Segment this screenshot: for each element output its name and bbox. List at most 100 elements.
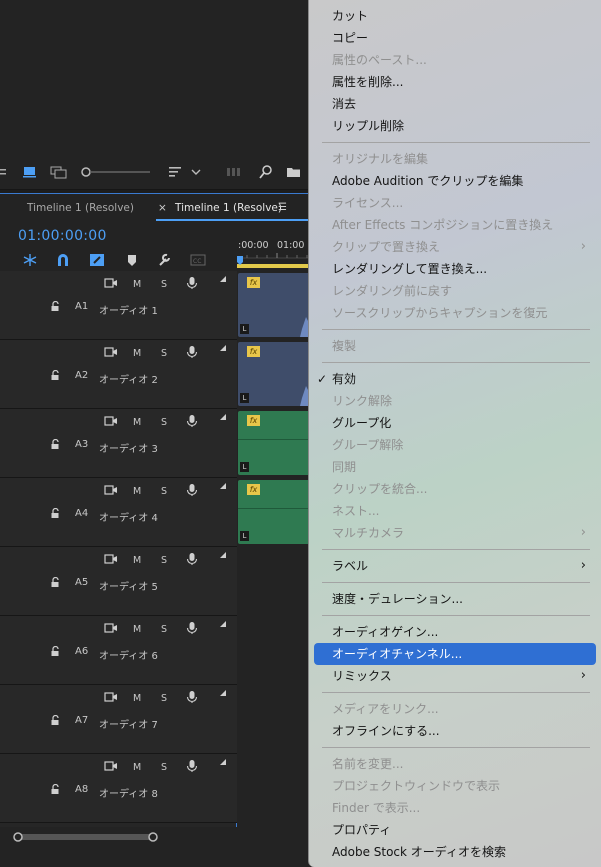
track-header-a1[interactable]: M S A1 オーディオ 1 (0, 271, 237, 340)
microphone-icon[interactable] (186, 621, 198, 638)
fx-badge[interactable]: fx (247, 415, 260, 426)
menu-item[interactable]: リミックス › (314, 665, 596, 687)
lock-icon[interactable] (50, 300, 60, 315)
solo-button[interactable]: S (161, 762, 167, 773)
automate-to-sequence-icon[interactable] (226, 164, 244, 180)
menu-item[interactable]: メディアをリンク... (314, 698, 596, 720)
sort-icon[interactable] (168, 164, 202, 180)
track-expand-icon[interactable] (219, 551, 227, 562)
fx-badge[interactable]: fx (247, 346, 260, 357)
audio-clip[interactable]: fx L (238, 342, 318, 406)
tab-timeline-inactive[interactable]: Timeline 1 (Resolve) (27, 202, 134, 214)
menu-item[interactable]: 属性を削除... (314, 71, 596, 93)
menu-item[interactable]: オーディオチャンネル... (314, 643, 596, 665)
track-id[interactable]: A8 (75, 784, 88, 795)
lock-icon[interactable] (50, 714, 60, 729)
microphone-icon[interactable] (186, 552, 198, 569)
menu-item[interactable]: 属性のペースト... (314, 49, 596, 71)
menu-item[interactable]: リップル削除 (314, 115, 596, 137)
fx-badge[interactable]: fx (247, 484, 260, 495)
menu-item[interactable]: プロパティ (314, 819, 596, 841)
menu-item[interactable]: ラベル › (314, 555, 596, 577)
track-header-a5[interactable]: M S A5 オーディオ 5 (0, 547, 237, 616)
solo-button[interactable]: S (161, 417, 167, 428)
track-header-a7[interactable]: M S A7 オーディオ 7 (0, 685, 237, 754)
tab-timeline-active[interactable]: Timeline 1 (Resolve) (175, 202, 282, 214)
video-camera-icon[interactable] (104, 691, 118, 706)
menu-item[interactable]: オーディオゲイン... (314, 621, 596, 643)
mute-button[interactable]: M (133, 762, 141, 773)
video-camera-icon[interactable] (104, 760, 118, 775)
mute-button[interactable]: M (133, 624, 141, 635)
audio-clip[interactable]: fx L (238, 480, 318, 544)
mute-button[interactable]: M (133, 348, 141, 359)
menu-item[interactable]: マルチカメラ › (314, 522, 596, 544)
nest-insert-icon[interactable] (22, 252, 38, 266)
menu-item[interactable]: 複製 (314, 335, 596, 357)
lock-icon[interactable] (50, 576, 60, 591)
menu-item[interactable]: レンダリングして置き換え... (314, 258, 596, 280)
lock-icon[interactable] (50, 783, 60, 798)
panel-menu-icon[interactable]: ☰ (278, 202, 287, 213)
audio-clip[interactable]: fx L (238, 411, 318, 475)
solo-button[interactable]: S (161, 693, 167, 704)
track-expand-icon[interactable] (219, 344, 227, 355)
video-camera-icon[interactable] (104, 553, 118, 568)
add-marker-icon[interactable] (124, 252, 140, 266)
playhead-timecode[interactable]: 01:00:00:00 (18, 228, 107, 244)
track-expand-icon[interactable] (219, 413, 227, 424)
horizontal-scrollbar[interactable] (12, 828, 312, 842)
lock-icon[interactable] (50, 438, 60, 453)
fx-badge[interactable]: fx (247, 277, 260, 288)
solo-button[interactable]: S (161, 624, 167, 635)
zoom-slider[interactable] (80, 164, 152, 180)
menu-item[interactable]: Adobe Stock オーディオを検索 (314, 841, 596, 863)
microphone-icon[interactable] (186, 483, 198, 500)
video-camera-icon[interactable] (104, 346, 118, 361)
track-header-a8[interactable]: M S A8 オーディオ 8 (0, 754, 237, 823)
microphone-icon[interactable] (186, 345, 198, 362)
captions-icon[interactable]: CC (190, 252, 206, 266)
search-icon[interactable] (258, 164, 274, 180)
lock-icon[interactable] (50, 645, 60, 660)
menu-item[interactable]: Finder で表示... (314, 797, 596, 819)
tab-close-icon[interactable]: × (158, 202, 167, 214)
menu-item[interactable]: After Effects コンポジションに置き換え (314, 214, 596, 236)
menu-item[interactable]: ライセンス... (314, 192, 596, 214)
microphone-icon[interactable] (186, 276, 198, 293)
track-expand-icon[interactable] (219, 758, 227, 769)
track-id[interactable]: A5 (75, 577, 88, 588)
solo-button[interactable]: S (161, 555, 167, 566)
list-view-icon[interactable] (0, 164, 8, 180)
track-expand-icon[interactable] (219, 689, 227, 700)
menu-item[interactable]: オリジナルを編集 (314, 148, 596, 170)
track-id[interactable]: A2 (75, 370, 88, 381)
track-id[interactable]: A4 (75, 508, 88, 519)
microphone-icon[interactable] (186, 690, 198, 707)
track-expand-icon[interactable] (219, 482, 227, 493)
track-header-a6[interactable]: M S A6 オーディオ 6 (0, 616, 237, 685)
menu-item[interactable]: レンダリング前に戻す (314, 280, 596, 302)
mute-button[interactable]: M (133, 486, 141, 497)
track-id[interactable]: A3 (75, 439, 88, 450)
new-bin-icon[interactable] (286, 164, 302, 180)
mute-button[interactable]: M (133, 279, 141, 290)
menu-item[interactable]: 名前を変更... (314, 753, 596, 775)
track-expand-icon[interactable] (219, 620, 227, 631)
mute-button[interactable]: M (133, 693, 141, 704)
track-header-a3[interactable]: M S A3 オーディオ 3 (0, 409, 237, 478)
track-id[interactable]: A1 (75, 301, 88, 312)
menu-item[interactable]: 速度・デュレーション... (314, 588, 596, 610)
track-expand-icon[interactable] (219, 275, 227, 286)
menu-item[interactable]: クリップを統合... (314, 478, 596, 500)
menu-item[interactable]: Adobe Audition でクリップを編集 (314, 170, 596, 192)
linked-selection-icon[interactable] (89, 252, 105, 266)
mute-button[interactable]: M (133, 417, 141, 428)
solo-button[interactable]: S (161, 486, 167, 497)
mute-button[interactable]: M (133, 555, 141, 566)
snap-magnet-icon[interactable] (55, 252, 71, 266)
menu-item[interactable]: 消去 (314, 93, 596, 115)
menu-item[interactable]: ネスト... (314, 500, 596, 522)
track-id[interactable]: A7 (75, 715, 88, 726)
menu-item[interactable]: グループ化 (314, 412, 596, 434)
